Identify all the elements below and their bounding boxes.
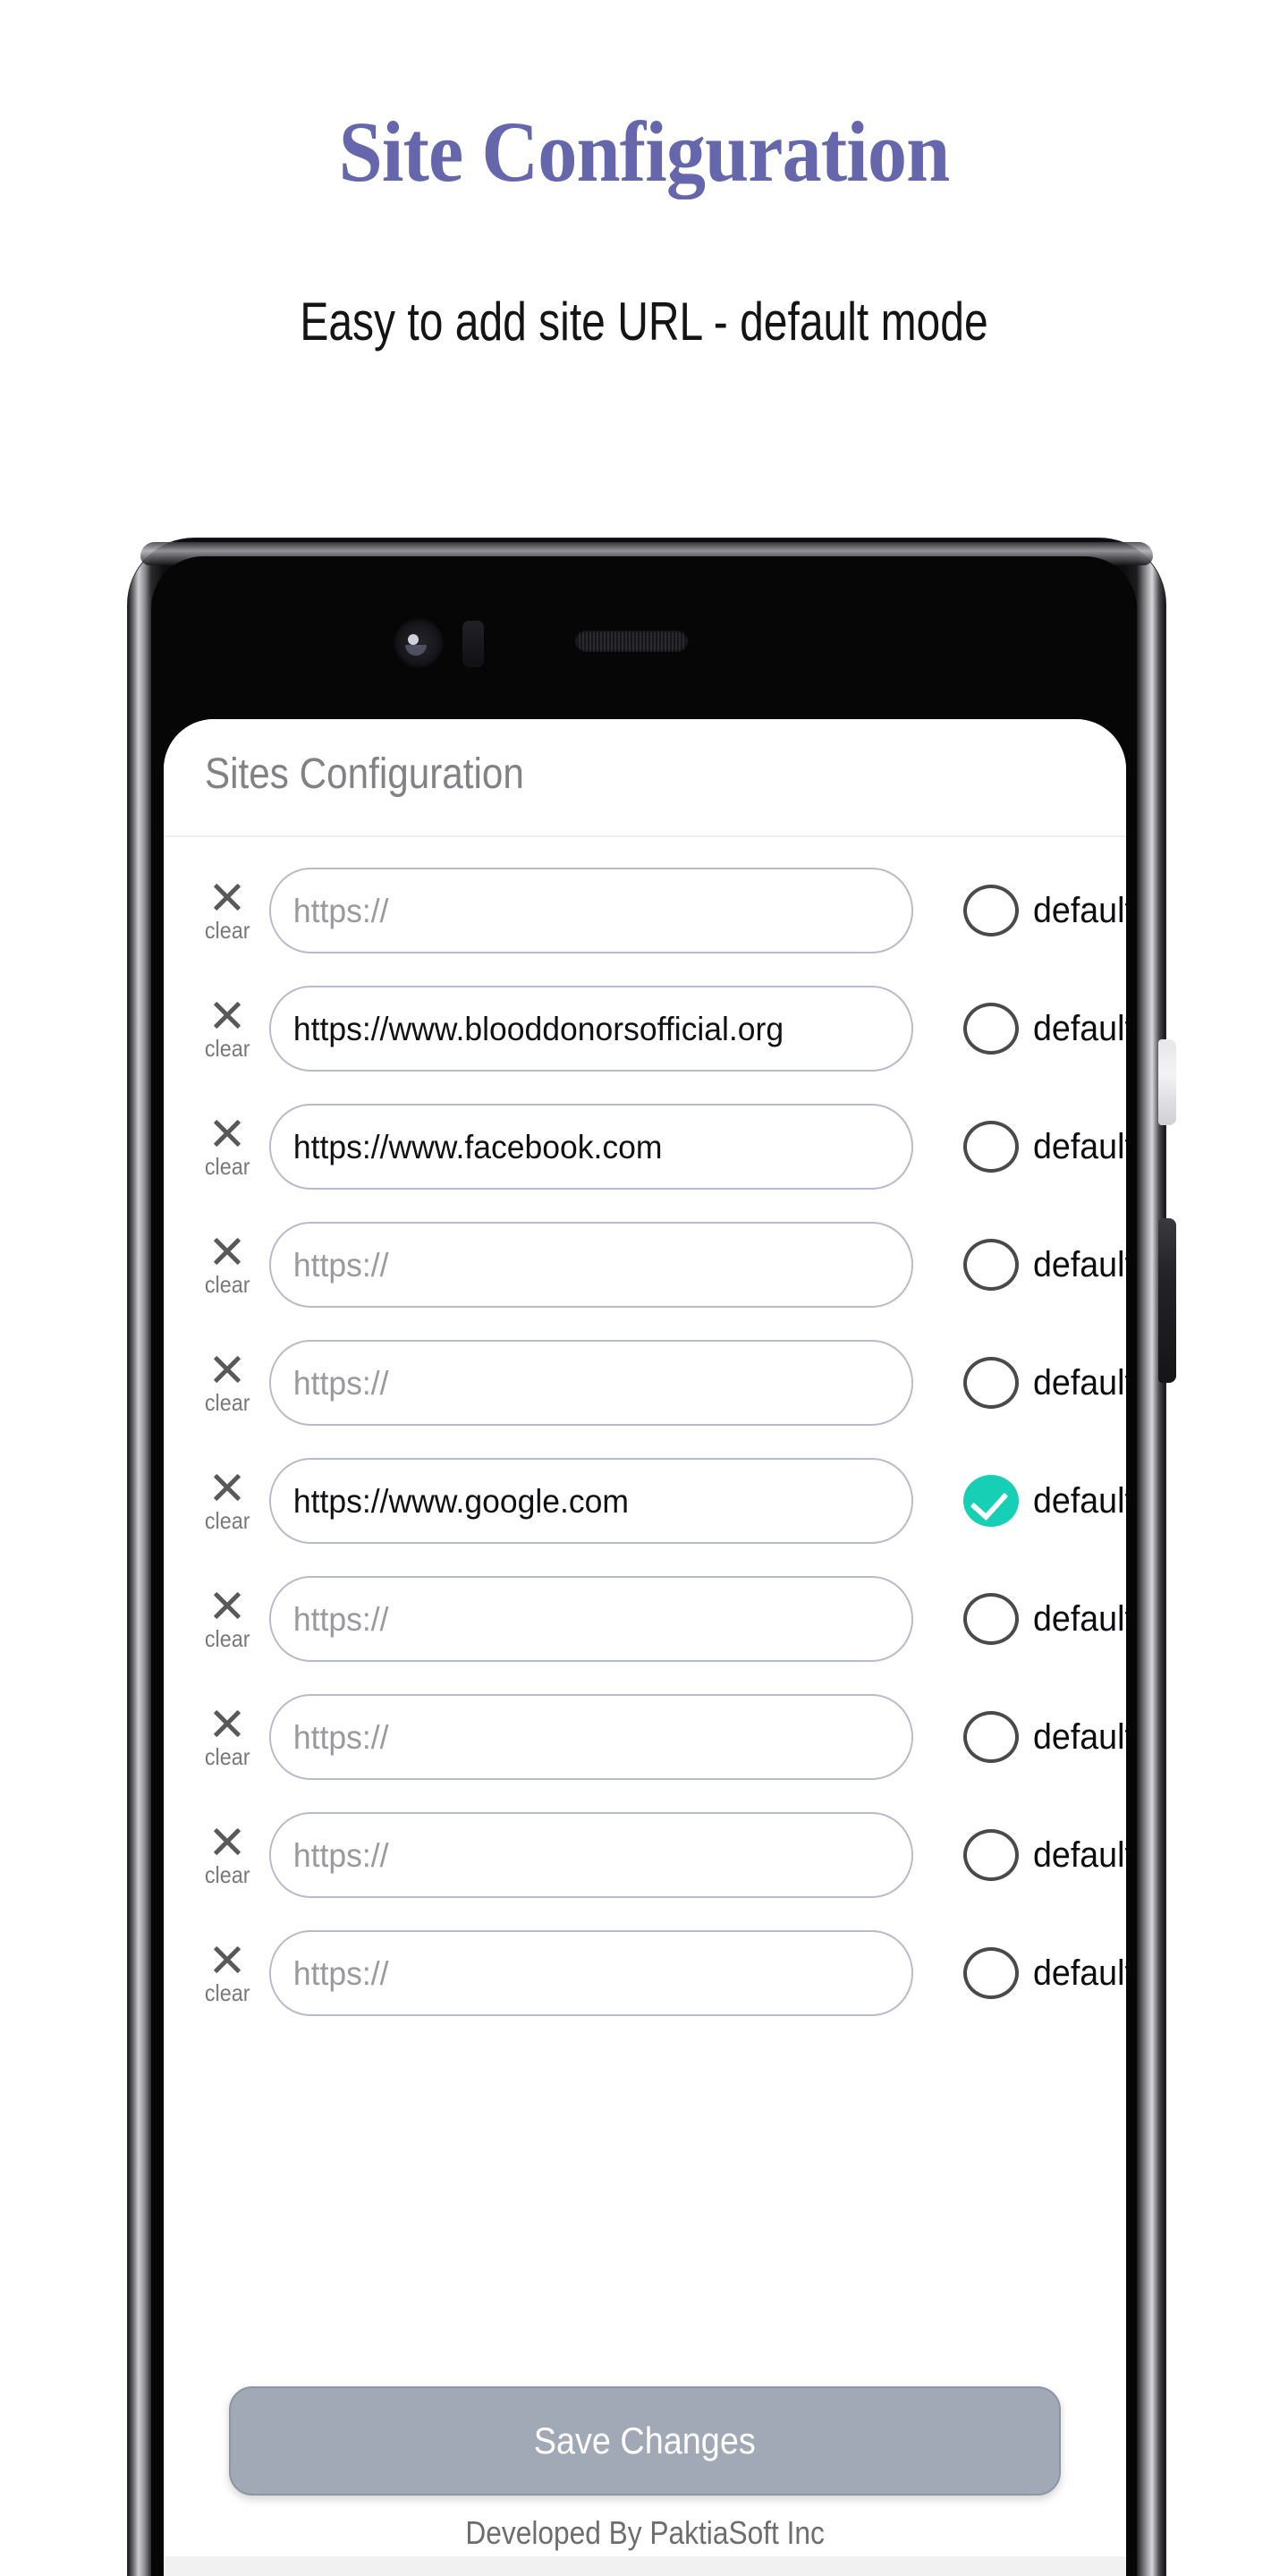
earpiece-speaker-icon xyxy=(575,631,688,652)
clear-button[interactable]: clear xyxy=(189,1115,266,1178)
close-icon xyxy=(209,997,245,1033)
site-row: clear https://www.google.com default xyxy=(164,1442,1126,1560)
clear-label: clear xyxy=(204,1035,250,1062)
site-row: clear https:// default xyxy=(164,1324,1126,1442)
close-icon xyxy=(209,1824,245,1860)
clear-label: clear xyxy=(204,1743,250,1770)
clear-button[interactable]: clear xyxy=(189,1706,266,1768)
default-radio-label: default xyxy=(1033,1127,1126,1166)
site-url-input[interactable]: https:// xyxy=(269,1340,913,1426)
close-icon xyxy=(209,1942,245,1978)
default-radio[interactable] xyxy=(963,1121,1019,1173)
default-radio-label: default xyxy=(1033,1599,1126,1639)
default-radio-checked[interactable] xyxy=(963,1475,1019,1527)
default-radio-label: default xyxy=(1033,1245,1126,1284)
save-changes-button[interactable]: Save Changes xyxy=(229,2386,1061,2496)
default-radio[interactable] xyxy=(963,1239,1019,1291)
close-icon xyxy=(209,879,245,915)
clear-button[interactable]: clear xyxy=(189,879,266,942)
clear-label: clear xyxy=(204,1861,250,1888)
clear-label: clear xyxy=(204,1271,250,1298)
save-button-container: Save Changes xyxy=(164,2386,1126,2496)
promo-subtitle: Easy to add site URL - default mode xyxy=(300,292,988,352)
site-url-input[interactable]: https://www.google.com xyxy=(269,1458,913,1544)
site-row: clear https:// default xyxy=(164,1206,1126,1324)
site-row: clear https://www.facebook.com default xyxy=(164,1088,1126,1206)
site-row: clear https:// default xyxy=(164,1914,1126,2032)
phone-screen: Sites Configuration clear https:// default… xyxy=(164,719,1126,2576)
default-radio[interactable] xyxy=(963,1829,1019,1881)
default-radio[interactable] xyxy=(963,1357,1019,1409)
site-row: clear https:// default xyxy=(164,852,1126,970)
clear-button[interactable]: clear xyxy=(189,1352,266,1414)
front-camera-icon xyxy=(394,618,444,668)
camera-lens-dot xyxy=(408,634,419,645)
clear-label: clear xyxy=(204,1389,250,1416)
default-radio-label: default xyxy=(1033,1835,1126,1875)
system-navigation-bar xyxy=(164,2556,1126,2576)
clear-button[interactable]: clear xyxy=(189,1824,266,1886)
site-row: clear https:// default xyxy=(164,1678,1126,1796)
sites-list: clear https:// default clear https://www.blo… xyxy=(164,837,1126,2032)
site-url-input[interactable]: https://www.facebook.com xyxy=(269,1104,913,1190)
close-icon xyxy=(209,1352,245,1387)
camera-glint xyxy=(405,645,427,656)
site-url-input[interactable]: https:// xyxy=(269,1222,913,1308)
footer-credit: Developed By PaktiaSoft Inc xyxy=(164,2517,1126,2549)
default-radio-label: default xyxy=(1033,1481,1126,1521)
site-url-input[interactable]: https:// xyxy=(269,1694,913,1780)
clear-label: clear xyxy=(204,1625,250,1652)
volume-button[interactable] xyxy=(1158,1218,1176,1383)
site-url-input[interactable]: https:// xyxy=(269,868,913,953)
default-radio[interactable] xyxy=(963,1711,1019,1763)
close-icon xyxy=(209,1470,245,1505)
site-row: clear https://www.blooddonorsofficial.org… xyxy=(164,970,1126,1088)
clear-button[interactable]: clear xyxy=(189,1470,266,1532)
clear-button[interactable]: clear xyxy=(189,1233,266,1296)
footer-credit-label: Developed By PaktiaSoft Inc xyxy=(465,2514,825,2551)
close-icon xyxy=(209,1588,245,1623)
promo-title: Site Configuration xyxy=(338,104,951,199)
default-radio[interactable] xyxy=(963,1593,1019,1645)
clear-label: clear xyxy=(204,1979,250,2006)
proximity-sensor-icon xyxy=(462,621,484,667)
clear-button[interactable]: clear xyxy=(189,997,266,1060)
clear-label: clear xyxy=(204,1153,250,1180)
default-radio-label: default xyxy=(1033,1363,1126,1402)
default-radio[interactable] xyxy=(963,1003,1019,1055)
phone-mockup: Sites Configuration clear https:// default… xyxy=(128,538,1176,2576)
default-radio[interactable] xyxy=(963,1947,1019,1999)
save-changes-label: Save Changes xyxy=(534,2419,756,2462)
close-icon xyxy=(209,1706,245,1741)
default-radio-label: default xyxy=(1033,1953,1126,1993)
app-header: Sites Configuration xyxy=(164,719,1126,837)
close-icon xyxy=(209,1115,245,1151)
close-icon xyxy=(209,1233,245,1269)
default-radio-label: default xyxy=(1033,891,1126,930)
phone-bezel: Sites Configuration clear https:// default… xyxy=(151,556,1137,2576)
default-radio-label: default xyxy=(1033,1009,1126,1048)
clear-button[interactable]: clear xyxy=(189,1588,266,1650)
power-button[interactable] xyxy=(1158,1039,1176,1125)
site-url-input[interactable]: https:// xyxy=(269,1812,913,1898)
site-url-input[interactable]: https:// xyxy=(269,1930,913,2016)
clear-label: clear xyxy=(204,917,250,944)
default-radio-label: default xyxy=(1033,1717,1126,1757)
clear-button[interactable]: clear xyxy=(189,1942,266,2004)
site-url-input[interactable]: https://www.blooddonorsofficial.org xyxy=(269,986,913,1072)
promo-screenshot: Site Configuration Easy to add site URL … xyxy=(0,0,1288,2576)
default-radio[interactable] xyxy=(963,885,1019,936)
site-row: clear https:// default xyxy=(164,1796,1126,1914)
site-url-input[interactable]: https:// xyxy=(269,1576,913,1662)
site-row: clear https:// default xyxy=(164,1560,1126,1678)
app-title: Sites Configuration xyxy=(205,750,524,798)
clear-label: clear xyxy=(204,1507,250,1534)
